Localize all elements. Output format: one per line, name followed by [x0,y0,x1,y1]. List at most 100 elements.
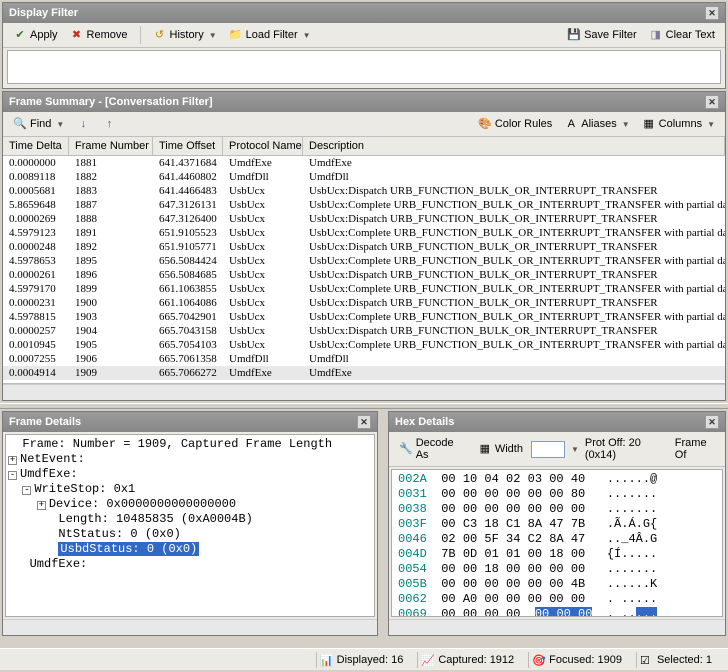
color-rules-button[interactable]: 🎨Color Rules [474,115,556,133]
remove-button[interactable]: ✖Remove [66,26,132,44]
history-button[interactable]: ↺History▼ [149,26,221,44]
hex-row[interactable]: 0069 00 00 00 00 00 00 00 . ..... [398,607,716,617]
tree-frame-line[interactable]: Frame: Number = 1909, Captured Frame Len… [8,437,372,452]
prot-off-label: Prot Off: 20 (0x14) [585,437,671,461]
tree-umdfexe2[interactable]: UmdfExe: [8,557,372,572]
chevron-down-icon: ▼ [56,120,64,129]
displayed-icon: 📊 [320,654,334,668]
selected-node[interactable]: UsbdStatus: 0 (0x0) [58,542,199,556]
chevron-down-icon[interactable]: ▼ [571,445,579,454]
close-icon[interactable]: ✕ [705,6,719,20]
expand-icon[interactable]: + [8,456,17,465]
tree-length[interactable]: Length: 10485835 (0xA0004B) [8,512,372,527]
horizontal-scrollbar[interactable] [389,619,725,635]
folder-icon: 📁 [229,28,243,42]
chevron-down-icon: ▼ [707,120,715,129]
col-time-offset[interactable]: Time Offset [153,137,223,155]
collapse-icon[interactable]: - [22,486,31,495]
table-row[interactable]: 0.00002481892651.9105771UsbUcxUsbUcx:Dis… [3,240,725,254]
hex-toolbar: 🔧Decode As ▦Width ▼ Prot Off: 20 (0x14) … [389,432,725,467]
table-row[interactable]: 4.59786531895656.5084424UsbUcxUsbUcx:Com… [3,254,725,268]
table-row[interactable]: 0.00002691888647.3126400UsbUcxUsbUcx:Dis… [3,212,725,226]
tree-usbdstatus[interactable]: UsbdStatus: 0 (0x0) [8,542,372,557]
chevron-down-icon: ▼ [622,120,630,129]
history-icon: ↺ [153,28,167,42]
display-filter-toolbar: ✔Apply ✖Remove ↺History▼ 📁Load Filter▼ 💾… [3,23,725,48]
hex-dump-area[interactable]: 002A 00 10 04 02 03 00 40 ......@0031 00… [391,469,723,617]
tree-ntstatus[interactable]: NtStatus: 0 (0x0) [8,527,372,542]
table-row[interactable]: 0.00002311900661.1064086UsbUcxUsbUcx:Dis… [3,296,725,310]
tree-writestop[interactable]: -WriteStop: 0x1 [8,482,372,497]
table-row[interactable]: 4.59791701899661.1063855UsbUcxUsbUcx:Com… [3,282,725,296]
vertical-splitter[interactable] [380,409,386,638]
hex-details-title: Hex Details [395,416,454,428]
hex-row[interactable]: 0054 00 00 18 00 00 00 00 ....... [398,562,716,577]
frame-off-label: Frame Of [675,437,719,461]
col-frame-number[interactable]: Frame Number [69,137,153,155]
horizontal-scrollbar[interactable] [3,619,377,635]
palette-icon: 🎨 [478,117,492,131]
close-icon[interactable]: ✕ [357,415,371,429]
status-selected: ☑Selected: 1 [636,652,724,668]
display-filter-pane: Display Filter ✕ ✔Apply ✖Remove ↺History… [2,2,726,89]
table-row[interactable]: 4.59788151903665.7042901UsbUcxUsbUcx:Com… [3,310,725,324]
close-icon[interactable]: ✕ [705,95,719,109]
col-time-delta[interactable]: Time Delta [3,137,69,155]
status-captured: 📈Captured: 1912 [417,652,526,668]
status-displayed: 📊Displayed: 16 [316,652,416,668]
find-next-button[interactable]: ↓ [72,115,94,133]
hex-row[interactable]: 0038 00 00 00 00 00 00 00 ....... [398,502,716,517]
frame-summary-toolbar: 🔍Find▼ ↓ ↑ 🎨Color Rules AAliases▼ ▦Colum… [3,112,725,137]
tree-device[interactable]: +Device: 0x0000000000000000 [8,497,372,512]
table-row[interactable]: 5.86596481887647.3126131UsbUcxUsbUcx:Com… [3,198,725,212]
aliases-button[interactable]: AAliases▼ [560,115,633,133]
table-row[interactable]: 0.00891181882641.4460802UmdfDllUmdfDll [3,170,725,184]
frame-summary-title: Frame Summary - [Conversation Filter] [9,96,213,108]
filter-text-area[interactable] [7,50,721,84]
hex-row[interactable]: 005B 00 00 00 00 00 00 4B ......K [398,577,716,592]
find-button[interactable]: 🔍Find▼ [9,115,68,133]
hex-row[interactable]: 0031 00 00 00 00 00 00 80 ....... [398,487,716,502]
clear-text-button[interactable]: ◨Clear Text [645,26,719,44]
grid-header: Time Delta Frame Number Time Offset Prot… [3,137,725,156]
chevron-down-icon: ▼ [209,31,217,40]
status-focused: 🎯Focused: 1909 [528,652,634,668]
table-row[interactable]: 0.00056811883641.4466483UsbUcxUsbUcx:Dis… [3,184,725,198]
display-filter-title: Display Filter [9,7,78,19]
col-protocol-name[interactable]: Protocol Name [223,137,303,155]
table-row[interactable]: 0.00072551906665.7061358UmdfDllUmdfDll [3,352,725,366]
save-filter-button[interactable]: 💾Save Filter [563,26,641,44]
hex-row[interactable]: 0046 02 00 5F 34 C2 8A 47 .._4Â.G [398,532,716,547]
hex-row[interactable]: 004D 7B 0D 01 01 00 18 00 {Í..... [398,547,716,562]
col-description[interactable]: Description [303,137,725,155]
table-row[interactable]: 0.00002611896656.5084685UsbUcxUsbUcx:Dis… [3,268,725,282]
apply-button[interactable]: ✔Apply [9,26,62,44]
hex-row[interactable]: 003F 00 C3 18 C1 8A 47 7B .Ã.Á.G{ [398,517,716,532]
close-icon[interactable]: ✕ [705,415,719,429]
hex-row[interactable]: 002A 00 10 04 02 03 00 40 ......@ [398,472,716,487]
width-input[interactable] [531,441,565,458]
columns-button[interactable]: ▦Columns▼ [638,115,719,133]
x-icon: ✖ [70,28,84,42]
width-label: ▦Width [474,440,527,458]
disk-icon: 💾 [567,28,581,42]
tree-netevent[interactable]: +NetEvent: [8,452,372,467]
table-row[interactable]: 0.00000001881641.4371684UmdfExeUmdfExe [3,156,725,170]
table-row[interactable]: 4.59791231891651.9105523UsbUcxUsbUcx:Com… [3,226,725,240]
table-row[interactable]: 0.00109451905665.7054103UsbUcxUsbUcx:Com… [3,338,725,352]
collapse-icon[interactable]: - [8,471,17,480]
width-icon: ▦ [478,442,492,456]
horizontal-scrollbar[interactable] [3,384,725,400]
expand-icon[interactable]: + [37,501,46,510]
table-row[interactable]: 0.00049141909665.7066272UmdfExeUmdfExe [3,366,725,380]
tree-umdfexe[interactable]: -UmdfExe: [8,467,372,482]
frame-details-header: Frame Details ✕ [3,412,377,432]
table-row[interactable]: 0.00002571904665.7043158UsbUcxUsbUcx:Dis… [3,324,725,338]
grid-body[interactable]: 0.00000001881641.4371684UmdfExeUmdfExe0.… [3,156,725,384]
frame-details-tree[interactable]: Frame: Number = 1909, Captured Frame Len… [5,434,375,617]
find-prev-button[interactable]: ↑ [98,115,120,133]
decode-as-button[interactable]: 🔧Decode As [395,435,470,463]
selected-icon: ☑ [640,654,654,668]
load-filter-button[interactable]: 📁Load Filter▼ [225,26,315,44]
hex-row[interactable]: 0062 00 A0 00 00 00 00 00 . ..... [398,592,716,607]
